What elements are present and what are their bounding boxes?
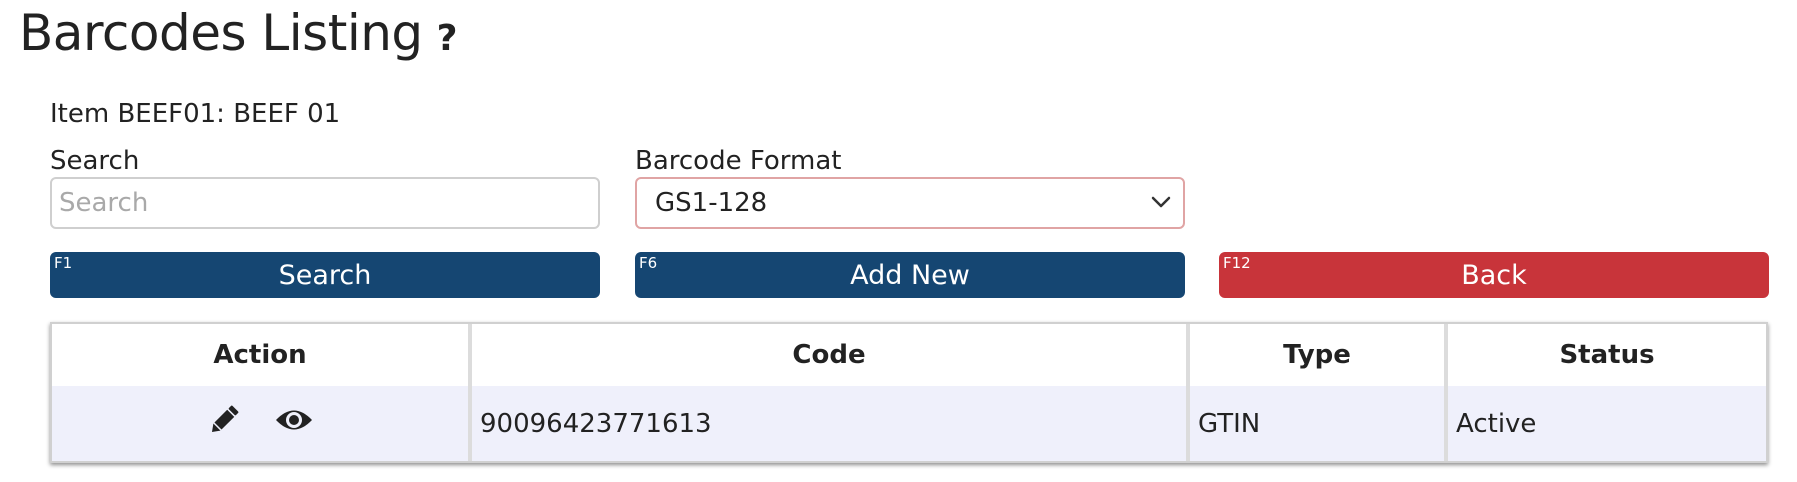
- header-action: Action: [52, 324, 472, 386]
- barcodes-table: Action Code Type Status 90096423771613 G…: [50, 322, 1768, 463]
- search-input[interactable]: [50, 177, 600, 229]
- search-button-label: Search: [278, 259, 372, 291]
- status-cell: Active: [1446, 386, 1766, 461]
- chevron-down-icon: [1151, 196, 1171, 208]
- add-new-button-label: Add New: [850, 259, 970, 291]
- help-icon[interactable]: ?: [437, 18, 458, 59]
- code-cell: 90096423771613: [470, 386, 1190, 461]
- eye-icon[interactable]: [274, 405, 314, 442]
- item-label: Item BEEF01: BEEF 01: [50, 99, 341, 129]
- search-button[interactable]: F1 Search: [50, 252, 600, 298]
- barcode-format-label: Barcode Format: [635, 146, 842, 176]
- search-button-fkey: F1: [54, 254, 73, 272]
- type-cell: GTIN: [1188, 386, 1448, 461]
- search-label: Search: [50, 146, 140, 176]
- barcode-format-select[interactable]: GS1-128: [635, 177, 1185, 229]
- header-type: Type: [1188, 324, 1448, 386]
- pencil-icon[interactable]: [206, 402, 242, 445]
- header-status: Status: [1446, 324, 1766, 386]
- table-header-row: Action Code Type Status: [52, 324, 1766, 386]
- barcode-format-value: GS1-128: [655, 188, 768, 218]
- add-new-button[interactable]: F6 Add New: [635, 252, 1185, 298]
- table-row: 90096423771613 GTIN Active: [52, 386, 1766, 461]
- add-new-button-fkey: F6: [639, 254, 658, 272]
- back-button-label: Back: [1461, 259, 1527, 291]
- page-title: Barcodes Listing: [19, 4, 423, 62]
- header-code: Code: [470, 324, 1190, 386]
- action-cell: [52, 386, 472, 461]
- back-button-fkey: F12: [1223, 254, 1251, 272]
- page-header: Barcodes Listing ?: [19, 4, 458, 62]
- back-button[interactable]: F12 Back: [1219, 252, 1769, 298]
